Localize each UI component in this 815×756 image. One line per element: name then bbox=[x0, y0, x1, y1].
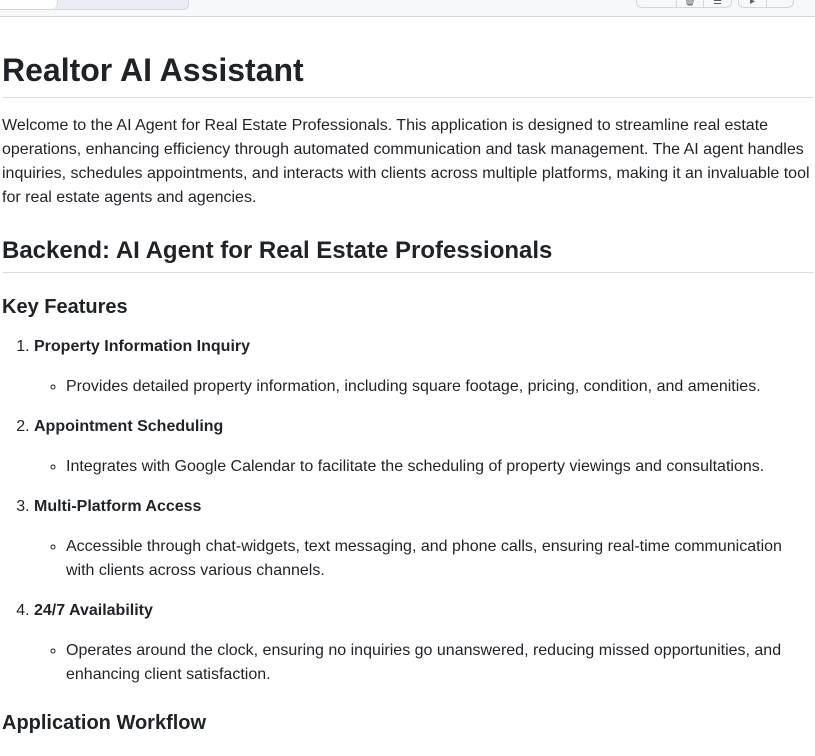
outline-icon[interactable]: ☰ bbox=[703, 0, 732, 8]
list-item: 24/7 Availability Operates around the cl… bbox=[34, 599, 814, 687]
feature-detail: Integrates with Google Calendar to facil… bbox=[66, 455, 814, 479]
feature-title: Appointment Scheduling bbox=[34, 418, 224, 435]
list-item: Appointment Scheduling Integrates with G… bbox=[34, 415, 814, 479]
view-mode-preview-tab[interactable] bbox=[0, 0, 58, 9]
feature-detail: Provides detailed property information, … bbox=[66, 375, 814, 399]
raw-button[interactable] bbox=[636, 0, 677, 8]
readme-content: Realtor AI Assistant Welcome to the AI A… bbox=[2, 42, 814, 735]
page-title: Realtor AI Assistant bbox=[2, 42, 814, 98]
edit-dropdown-button[interactable]: ▸ bbox=[738, 0, 767, 8]
features-list: Property Information Inquiry Provides de… bbox=[2, 335, 814, 687]
feature-title: Property Information Inquiry bbox=[34, 338, 251, 355]
view-mode-toggle[interactable] bbox=[0, 0, 189, 10]
feature-title: 24/7 Availability bbox=[34, 602, 153, 619]
workflow-heading: Application Workflow bbox=[2, 712, 207, 734]
feature-detail: Accessible through chat-widgets, text me… bbox=[66, 535, 814, 583]
list-item: Multi-Platform Access Accessible through… bbox=[34, 495, 814, 583]
feature-detail: Operates around the clock, ensuring no i… bbox=[66, 639, 814, 687]
feature-title: Multi-Platform Access bbox=[34, 498, 202, 515]
intro-paragraph: Welcome to the AI Agent for Real Estate … bbox=[2, 117, 810, 206]
delete-icon[interactable]: 🗑 bbox=[676, 0, 704, 8]
list-item: Property Information Inquiry Provides de… bbox=[34, 335, 814, 399]
file-view-toolbar: 🗑 ☰ ▸ bbox=[0, 0, 815, 17]
more-options-button[interactable] bbox=[766, 0, 794, 8]
key-features-heading: Key Features bbox=[2, 296, 128, 318]
backend-heading: Backend: AI Agent for Real Estate Profes… bbox=[2, 234, 814, 273]
